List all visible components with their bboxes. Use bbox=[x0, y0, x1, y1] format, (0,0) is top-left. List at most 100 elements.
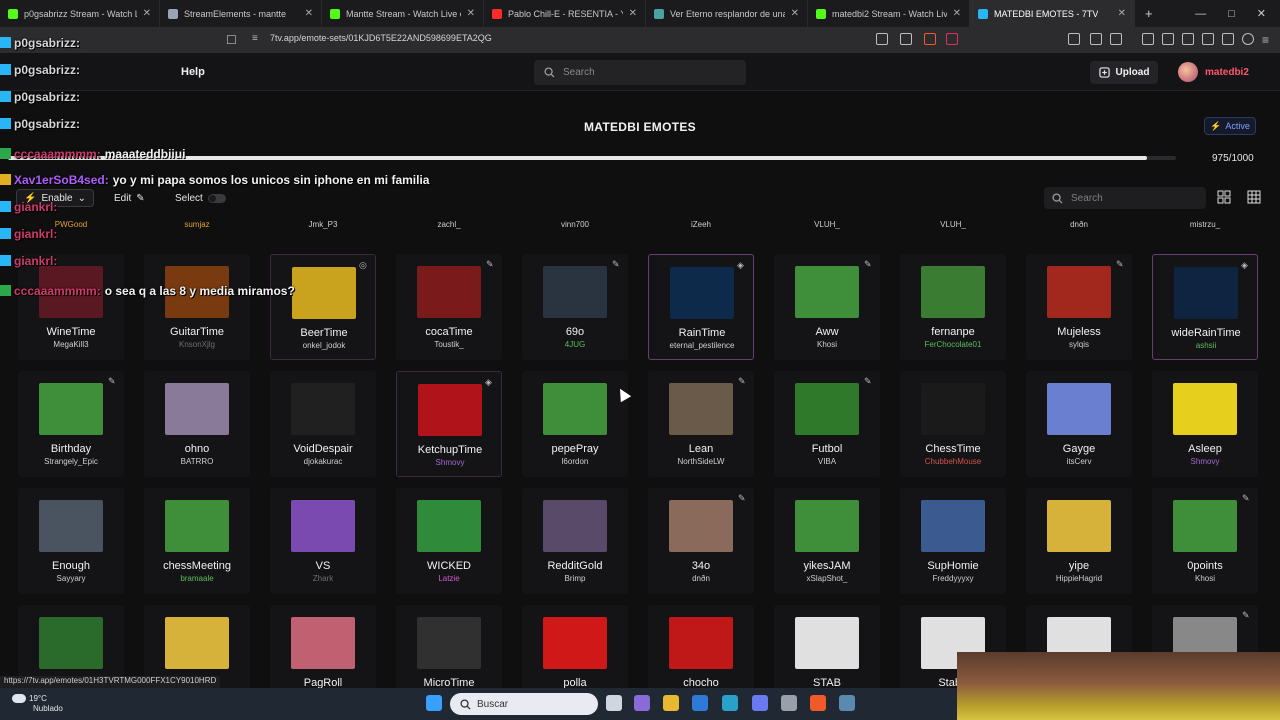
emote-card[interactable]: VS Zhark bbox=[270, 488, 376, 594]
steam-icon[interactable] bbox=[839, 695, 855, 711]
emote-card[interactable]: ◈ KetchupTime Shmovy bbox=[396, 371, 502, 477]
emote-card[interactable]: ✎ Mujeless sylqis bbox=[1026, 254, 1132, 360]
url-field[interactable]: 7tv.app/emote-sets/01KJD6T5E22AND598699E… bbox=[270, 33, 492, 43]
site-info-icon[interactable]: ≡ bbox=[252, 33, 258, 44]
brave-shields-icon[interactable] bbox=[924, 33, 936, 45]
copilot-icon[interactable] bbox=[634, 695, 650, 711]
close-tab-icon[interactable]: ✕ bbox=[1118, 8, 1126, 19]
emote-card[interactable]: ✎ Lean NorthSideLW bbox=[648, 371, 754, 477]
emote-card[interactable]: Enough Sayyary bbox=[18, 488, 124, 594]
emote-card[interactable]: ◈ RainTime eternal_pestilence bbox=[648, 254, 754, 360]
grid-view-icon[interactable] bbox=[1217, 190, 1231, 204]
emote-card[interactable]: ✎ Birthday Strangely_Epic bbox=[18, 371, 124, 477]
taskbar-search[interactable]: Buscar bbox=[450, 693, 598, 715]
emote-card[interactable]: ✎ 34o dnðn bbox=[648, 488, 754, 594]
browser-tab[interactable]: Pablo Chill-E - RESENTIA - YouTube ✕ bbox=[484, 0, 646, 27]
emote-search-input[interactable]: Search bbox=[1044, 187, 1206, 209]
close-window-icon[interactable]: ✕ bbox=[1257, 7, 1266, 20]
emote-card[interactable]: ✎ Futbol VIBA bbox=[774, 371, 880, 477]
discord-icon[interactable] bbox=[752, 695, 768, 711]
obs-icon[interactable] bbox=[781, 695, 797, 711]
browser-tab[interactable]: Mantte Stream - Watch Live on Kick ✕ bbox=[322, 0, 484, 27]
menu-icon[interactable]: ≡ bbox=[1262, 33, 1269, 47]
bookmark-icon[interactable]: ☐ bbox=[226, 33, 237, 47]
emote-card[interactable]: yipe HippieHagrid bbox=[1026, 488, 1132, 594]
username[interactable]: matedbi2 bbox=[1205, 67, 1249, 78]
browser-tab-label: matedbi2 Stream - Watch Live on Kick bbox=[832, 8, 947, 19]
share-icon[interactable] bbox=[900, 33, 912, 45]
emote-image bbox=[795, 383, 859, 435]
browser-tab[interactable]: Ver Eterno resplandor de una mente ✕ bbox=[646, 0, 808, 27]
emote-image bbox=[795, 617, 859, 669]
emote-card[interactable]: Asleep Shmovy bbox=[1152, 371, 1258, 477]
close-tab-icon[interactable]: ✕ bbox=[305, 8, 313, 19]
close-tab-icon[interactable]: ✕ bbox=[467, 8, 475, 19]
emote-card[interactable]: ✎ Aww Khosi bbox=[774, 254, 880, 360]
translate-icon[interactable] bbox=[876, 33, 888, 45]
weather-widget[interactable]: 19°C Nublado bbox=[12, 694, 63, 714]
emote-card[interactable]: ✎ 69o 4JUG bbox=[522, 254, 628, 360]
close-tab-icon[interactable]: ✕ bbox=[791, 8, 799, 19]
site-search-input[interactable]: Search bbox=[534, 60, 746, 85]
emote-owner: Zhark bbox=[312, 574, 334, 583]
minimize-icon[interactable]: — bbox=[1195, 8, 1206, 20]
screenshot-icon[interactable] bbox=[1110, 33, 1122, 45]
store-icon[interactable] bbox=[692, 695, 708, 711]
close-tab-icon[interactable]: ✕ bbox=[953, 8, 961, 19]
windows-start-icon[interactable] bbox=[426, 695, 442, 711]
media-icon[interactable] bbox=[1162, 33, 1174, 45]
chat-text: o sea q a las 8 y media miramos? bbox=[104, 284, 295, 298]
emote-card[interactable]: VoidDespair djokakurac bbox=[270, 371, 376, 477]
select-toggle[interactable]: Select bbox=[175, 189, 226, 207]
emote-card[interactable]: RedditGold Brimp bbox=[522, 488, 628, 594]
edge-icon[interactable] bbox=[722, 695, 738, 711]
brave-icon[interactable] bbox=[810, 695, 826, 711]
emote-card[interactable]: pepePray l6ordon bbox=[522, 371, 628, 477]
emote-owner: onkel_jodok bbox=[302, 341, 346, 350]
task-view-icon[interactable] bbox=[606, 695, 622, 711]
chat-text: yo y mi papa somos los unicos sin iphone… bbox=[112, 173, 430, 187]
edit-button[interactable]: Edit ✎ bbox=[114, 189, 145, 207]
close-tab-icon[interactable]: ✕ bbox=[629, 8, 637, 19]
youtube-icon bbox=[492, 8, 502, 19]
emote-name: chessMeeting bbox=[163, 560, 231, 572]
avatar[interactable] bbox=[1178, 62, 1198, 82]
browser-tab[interactable]: StreamElements - mantte ✕ bbox=[160, 0, 322, 27]
brave-rewards-icon[interactable] bbox=[946, 33, 958, 45]
close-tab-icon[interactable]: ✕ bbox=[143, 8, 151, 19]
maximize-icon[interactable]: □ bbox=[1228, 8, 1235, 20]
toggle-switch[interactable] bbox=[207, 193, 226, 203]
browser-tab[interactable]: MATEDBI EMOTES - 7TV ✕ bbox=[970, 0, 1135, 27]
emote-card[interactable]: ohno BATRRO bbox=[144, 371, 250, 477]
emote-card[interactable]: WICKED Latzie bbox=[396, 488, 502, 594]
leo-icon[interactable] bbox=[1222, 33, 1234, 45]
emote-card[interactable]: yikesJAM xSlapShot_ bbox=[774, 488, 880, 594]
7tv-icon bbox=[978, 8, 988, 19]
emote-card[interactable]: ✎ 0points Khosi bbox=[1152, 488, 1258, 594]
emote-card[interactable]: SupHomie Freddyyyxy bbox=[900, 488, 1006, 594]
extension-icon[interactable] bbox=[1068, 33, 1080, 45]
circle-icon: ◎ bbox=[359, 260, 367, 270]
puzzle-icon[interactable] bbox=[1090, 33, 1102, 45]
emote-card[interactable]: chessMeeting bramaale bbox=[144, 488, 250, 594]
emote-card[interactable]: ChessTime ChubbehMouse bbox=[900, 371, 1006, 477]
wallet-icon[interactable] bbox=[1202, 33, 1214, 45]
file-explorer-icon[interactable] bbox=[663, 695, 679, 711]
emote-card[interactable]: Gayge itsCerv bbox=[1026, 371, 1132, 477]
emote-card[interactable]: ◈ wideRainTime ashsii bbox=[1152, 254, 1258, 360]
browser-tab[interactable]: p0gsabrizz Stream - Watch Live on Kick ✕ bbox=[0, 0, 160, 27]
browser-tab[interactable]: matedbi2 Stream - Watch Live on Kick ✕ bbox=[808, 0, 970, 27]
compact-grid-icon[interactable] bbox=[1247, 190, 1261, 204]
upload-button[interactable]: Upload bbox=[1090, 61, 1158, 84]
emote-card[interactable]: fernanpe FerChocolate01 bbox=[900, 254, 1006, 360]
download-icon[interactable] bbox=[1142, 33, 1154, 45]
emote-name: 69o bbox=[565, 326, 585, 338]
emote-owner: Khosi bbox=[816, 340, 837, 349]
emote-card[interactable]: ✎ cocaTime Toustik_ bbox=[396, 254, 502, 360]
new-tab-icon[interactable]: + bbox=[1145, 6, 1153, 21]
nav-help[interactable]: Help bbox=[181, 66, 205, 78]
sidebar-icon[interactable] bbox=[1182, 33, 1194, 45]
emote-card[interactable]: GuitarTime KnsonXjlg bbox=[144, 254, 250, 360]
vpn-icon[interactable] bbox=[1242, 33, 1254, 45]
emote-card[interactable]: ◎ BeerTime onkel_jodok bbox=[270, 254, 376, 360]
